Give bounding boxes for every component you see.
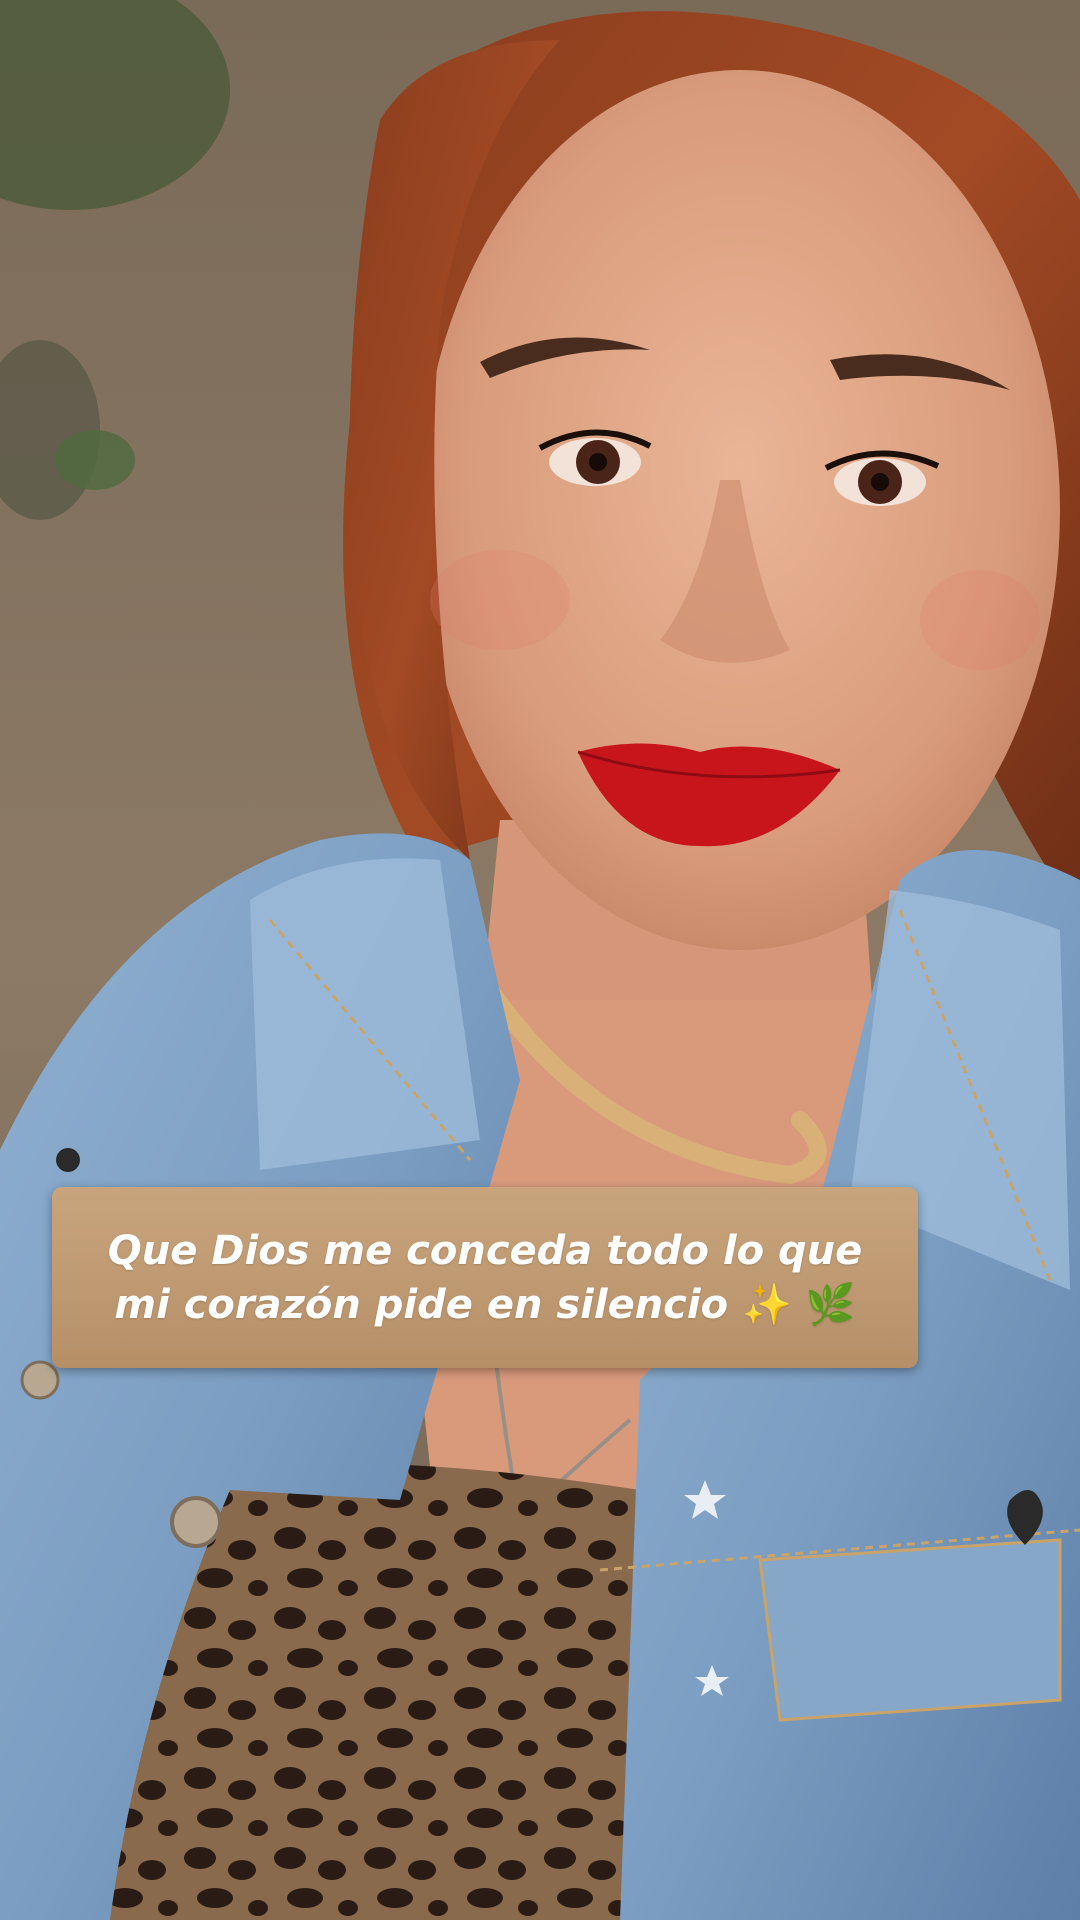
caption-text: Que Dios me conceda todo lo que mi coraz… xyxy=(108,1224,862,1332)
caption-line-2-text: mi corazón pide en silencio xyxy=(114,1281,729,1328)
story-viewer[interactable]: Que Dios me conceda todo lo que mi coraz… xyxy=(0,0,1080,1920)
caption-sticker[interactable]: Que Dios me conceda todo lo que mi coraz… xyxy=(52,1187,918,1368)
caption-line-2: mi corazón pide en silencio ✨ 🌿 xyxy=(108,1278,862,1332)
story-photo xyxy=(0,0,1080,1920)
sparkles-icon: ✨ xyxy=(742,1281,792,1328)
leaf-icon: 🌿 xyxy=(805,1281,856,1328)
caption-line-1: Que Dios me conceda todo lo que xyxy=(107,1227,863,1274)
